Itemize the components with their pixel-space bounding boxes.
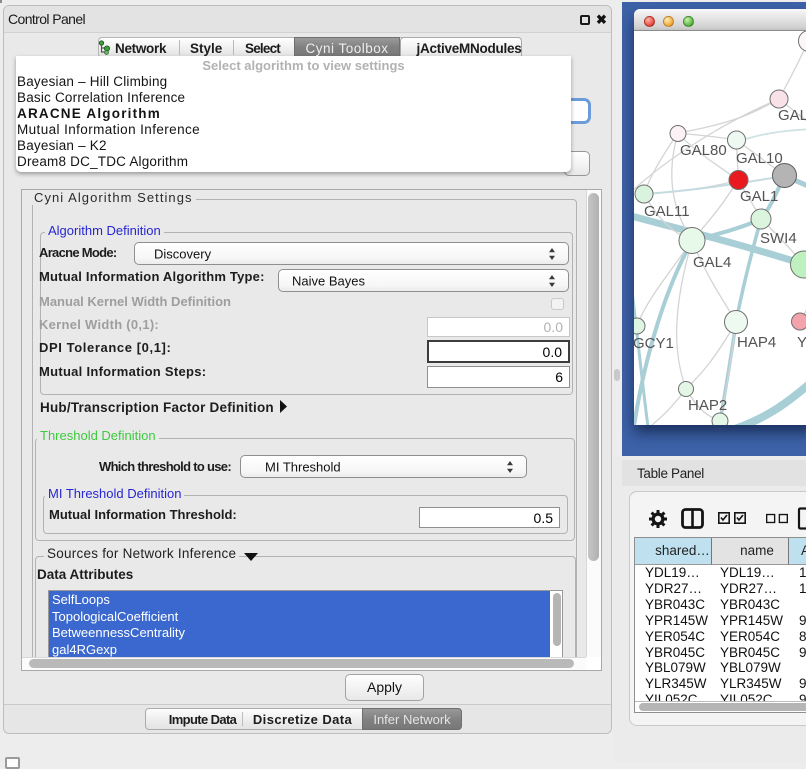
svg-text:GAL1: GAL1 — [740, 188, 778, 205]
svg-text:GAL4: GAL4 — [693, 254, 731, 271]
svg-text:YJ: YJ — [797, 334, 806, 351]
svg-text:HAP2: HAP2 — [688, 397, 727, 414]
svg-text:GAL7: GAL7 — [778, 107, 806, 124]
svg-text:GAL11: GAL11 — [644, 203, 690, 220]
svg-text:GAL80: GAL80 — [680, 142, 727, 159]
svg-text:GAL10: GAL10 — [736, 150, 783, 167]
svg-text:HAP4: HAP4 — [737, 334, 776, 351]
svg-text:GCY1: GCY1 — [634, 335, 674, 352]
svg-text:SWI4: SWI4 — [760, 230, 797, 247]
